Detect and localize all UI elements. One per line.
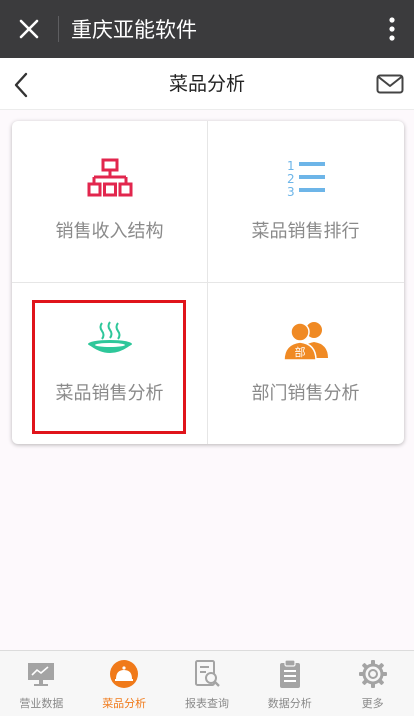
tile-dish-sales-analysis[interactable]: 菜品销售分析 [12,283,207,444]
tab-label: 报表查询 [184,697,229,710]
department-badge-text: 部 [294,345,305,359]
tab-data-analysis[interactable]: 数据分析 [248,651,331,716]
wechat-top-bar: 重庆亚能软件 [0,0,414,58]
bottom-tab-bar: 营业数据 菜品分析 报表查询 数据分析 更多 [0,650,414,716]
tile-label: 菜品销售分析 [55,383,164,404]
tab-report-query[interactable]: 报表查询 [166,651,249,716]
back-button[interactable] [6,70,36,100]
report-search-icon [194,660,220,687]
tab-label: 菜品分析 [102,697,147,710]
tile-dish-sales-ranking[interactable]: 1 2 3 菜品销售排行 [208,121,403,282]
topbar-divider [58,16,59,42]
tile-sales-income-structure[interactable]: 销售收入结构 [12,121,207,282]
svg-text:1: 1 [287,159,295,173]
svg-text:3: 3 [287,185,295,199]
clipboard-icon [279,659,300,688]
app-title: 重庆亚能软件 [71,18,197,42]
monitor-chart-icon [28,663,55,686]
tab-label: 营业数据 [19,697,64,710]
department-people-icon: 部 [282,322,328,361]
tab-label: 更多 [361,697,384,710]
gear-icon [358,660,387,688]
dish-bowl-icon [87,321,132,353]
mail-icon [376,74,404,94]
tab-dish-analysis[interactable]: 菜品分析 [83,651,166,716]
vertical-dots-icon [389,17,395,41]
tile-department-sales-analysis[interactable]: 部 部门销售分析 [208,283,403,444]
page-header: 菜品分析 [0,58,414,110]
tile-label: 部门销售分析 [251,383,360,404]
svg-text:2: 2 [287,172,295,186]
tile-label: 菜品销售排行 [251,221,360,242]
analysis-menu-card: 销售收入结构 1 2 3 菜品销售排行 菜品销售分析 部 部门销售分析 [12,121,404,444]
tab-business-data[interactable]: 营业数据 [0,651,83,716]
page-title: 菜品分析 [168,73,245,95]
org-chart-icon [87,158,132,197]
more-menu-button[interactable] [370,0,414,58]
tile-label: 销售收入结构 [55,221,164,242]
tab-more[interactable]: 更多 [331,651,414,716]
close-icon [19,19,39,39]
close-button[interactable] [0,0,58,58]
message-button[interactable] [374,70,406,98]
numbered-list-icon: 1 2 3 [287,159,325,199]
dish-cover-icon [110,660,139,688]
chevron-left-icon [14,72,28,98]
tab-label: 数据分析 [267,697,312,710]
